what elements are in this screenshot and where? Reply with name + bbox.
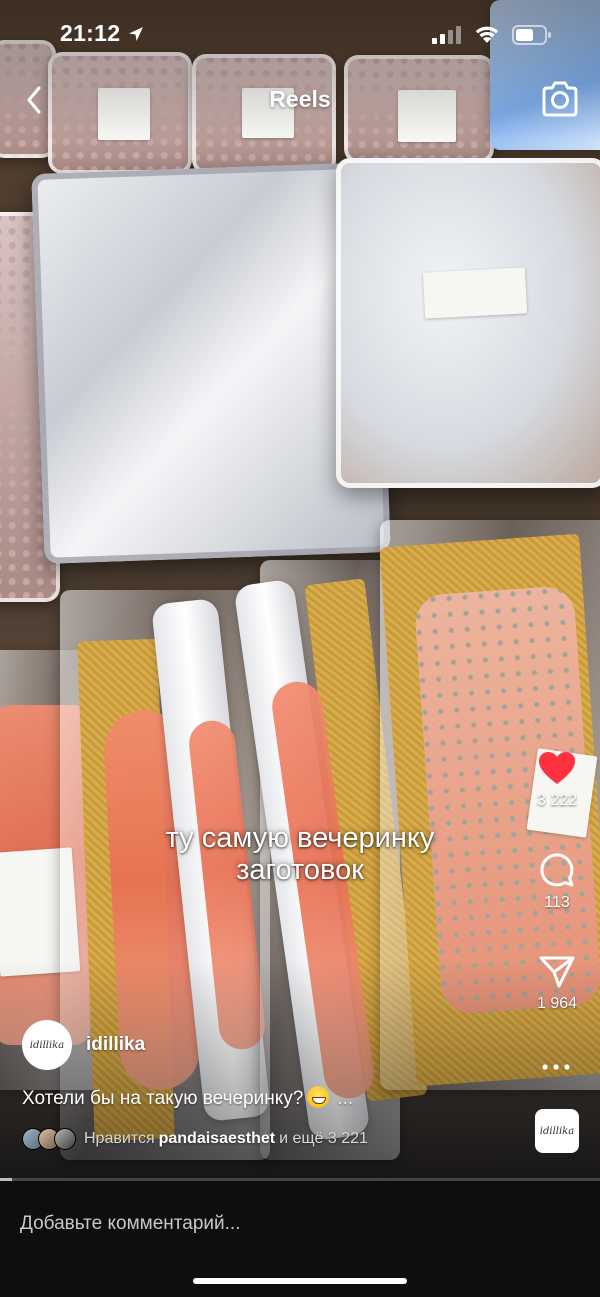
video-caption-line: ту самую вечеринку xyxy=(165,822,435,854)
location-arrow-icon xyxy=(129,27,143,41)
post-description[interactable]: Хотели бы на такую вечеринку?... xyxy=(22,1086,353,1110)
description-text: Хотели бы на такую вечеринку? xyxy=(22,1088,304,1109)
heart-filled-icon xyxy=(539,752,575,784)
liked-by-row[interactable]: Нравится pandaisaesthet и ещё 3 221 xyxy=(22,1127,368,1151)
grinning-emoji-icon xyxy=(307,1086,330,1108)
paper-plane-icon xyxy=(539,956,575,988)
signal-icon xyxy=(432,26,461,44)
wifi-icon xyxy=(475,26,499,43)
likes-prefix: Нравится xyxy=(84,1130,155,1147)
video-caption-line: заготовок xyxy=(236,854,364,886)
like-button[interactable]: 3 222 xyxy=(527,750,587,810)
reels-screen: 21:12 Reels ту самую вечеринку заготовок… xyxy=(0,0,600,1297)
frozen-tray-image xyxy=(336,158,600,488)
page-title: Reels xyxy=(269,86,331,112)
audio-thumbnail-logo: idillika xyxy=(539,1125,575,1137)
likes-suffix: и ещё 3 221 xyxy=(279,1130,368,1147)
status-time: 21:12 xyxy=(60,20,121,46)
audio-thumbnail[interactable]: idillika xyxy=(535,1109,579,1153)
camera-icon[interactable] xyxy=(540,80,580,118)
share-count: 1 964 xyxy=(536,995,578,1012)
comment-input[interactable] xyxy=(20,1209,560,1239)
video-caption: ту самую вечеринку заготовок xyxy=(100,822,500,886)
reel-video[interactable] xyxy=(0,0,600,1180)
author-avatar[interactable]: idillika xyxy=(22,1020,72,1070)
liker-avatars xyxy=(22,1128,76,1150)
battery-icon xyxy=(512,25,551,45)
share-button[interactable]: 1 964 xyxy=(527,955,587,1013)
status-bar: 21:12 xyxy=(0,0,600,70)
comment-bubble-icon xyxy=(540,853,574,887)
avatar-logo: idillika xyxy=(29,1039,65,1051)
comment-count: 113 xyxy=(544,894,570,911)
like-count: 3 222 xyxy=(536,792,578,809)
home-indicator xyxy=(193,1278,407,1284)
liker-avatar xyxy=(54,1128,76,1150)
author-username[interactable]: idillika xyxy=(86,1034,145,1056)
comment-bar xyxy=(0,1181,600,1297)
container-label-image xyxy=(422,267,528,319)
description-more[interactable]: ... xyxy=(337,1088,353,1109)
likes-username[interactable]: pandaisaesthet xyxy=(159,1130,275,1148)
more-options-icon[interactable] xyxy=(540,1057,572,1077)
comment-button[interactable]: 113 xyxy=(527,852,587,912)
